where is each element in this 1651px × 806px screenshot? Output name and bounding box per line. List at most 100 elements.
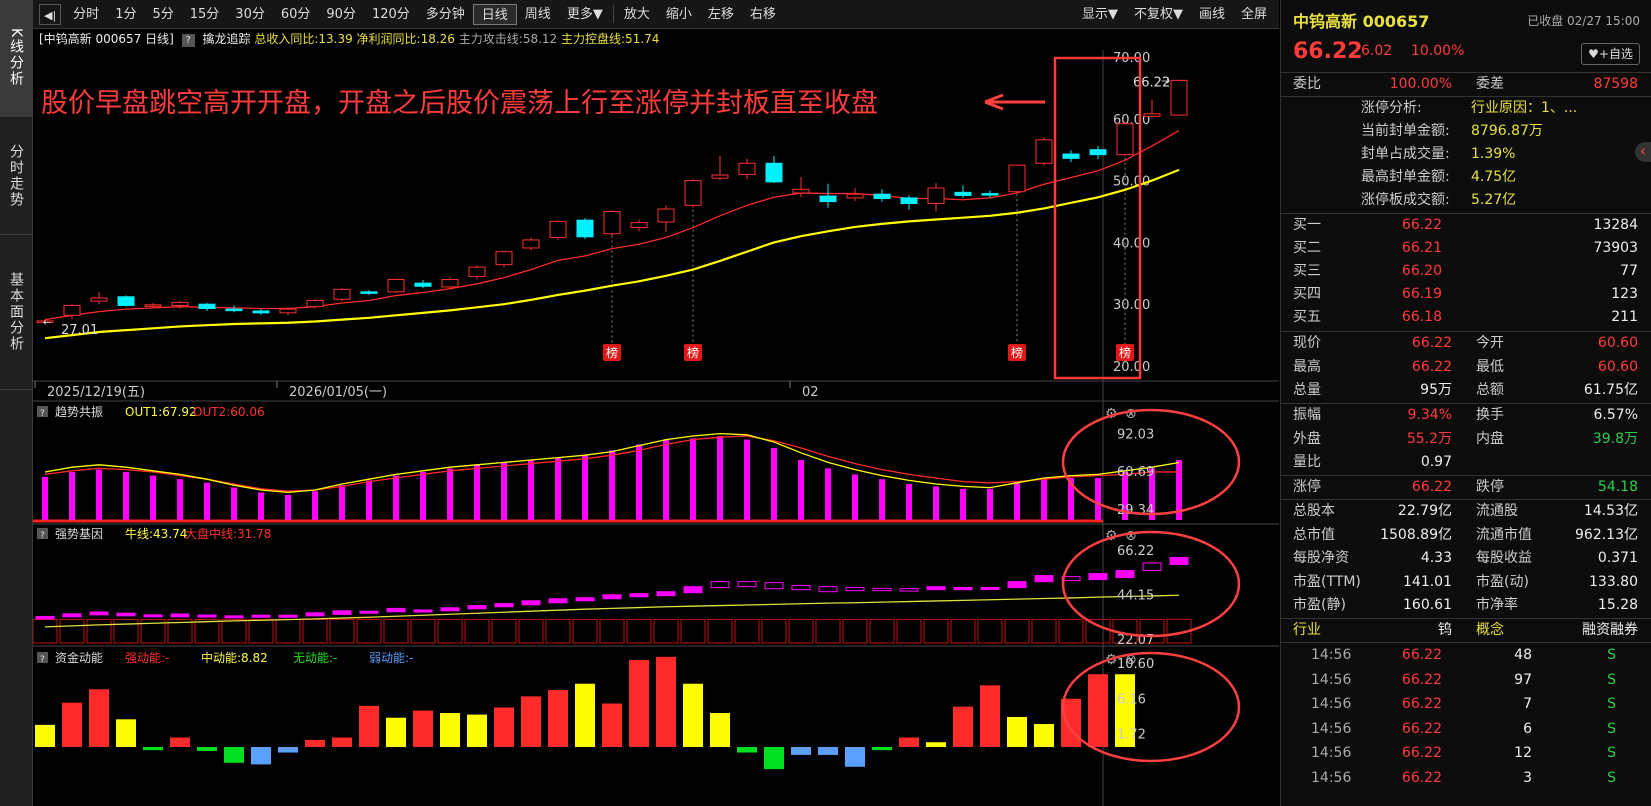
limit-info-value: 1.39% <box>1471 146 1516 162</box>
candle[interactable] <box>954 185 972 198</box>
bang-badge[interactable]: 榜 <box>1008 344 1026 361</box>
stat-value: 9.34% <box>1407 407 1452 423</box>
candle[interactable] <box>900 195 918 210</box>
help-icon[interactable]: ? <box>181 34 195 47</box>
action-button-3[interactable]: 右移 <box>742 4 784 25</box>
candle[interactable] <box>738 158 756 180</box>
help-icon[interactable]: ? <box>40 655 45 665</box>
candle[interactable] <box>657 205 675 232</box>
gene-box <box>170 613 190 618</box>
candle[interactable] <box>414 280 432 289</box>
toolbar-right-button-3[interactable]: 全屏 <box>1233 4 1275 25</box>
period-button-2[interactable]: 5分 <box>144 4 181 25</box>
candle[interactable] <box>1062 150 1080 163</box>
gene-box <box>467 605 487 610</box>
candle[interactable] <box>630 219 648 232</box>
trend-bar <box>285 494 291 520</box>
tab-concept[interactable]: 概念 <box>1476 619 1504 642</box>
toolbar-right-button-1[interactable]: 不复权▼ <box>1126 4 1191 25</box>
candle[interactable] <box>387 278 405 294</box>
period-button-7[interactable]: 120分 <box>364 4 418 25</box>
market-column <box>707 618 733 644</box>
candle[interactable] <box>468 265 486 280</box>
action-button-0[interactable]: 放大 <box>616 4 658 25</box>
candle[interactable] <box>576 218 594 239</box>
help-icon[interactable]: ? <box>40 531 45 541</box>
period-button-9[interactable]: 日线 <box>472 3 517 25</box>
close-icon[interactable]: ⊗ <box>1125 406 1137 422</box>
tab-margin[interactable]: 融资融券 <box>1582 619 1638 642</box>
indicator-name[interactable]: 擒龙追踪 <box>202 32 250 46</box>
toolbar-right-button-2[interactable]: 画线 <box>1191 4 1233 25</box>
candle[interactable] <box>522 237 540 251</box>
candle[interactable] <box>873 189 891 202</box>
tick-price: 66.22 <box>1401 769 1442 786</box>
candle[interactable] <box>306 299 324 309</box>
chart-canvas[interactable]: 70.0060.0050.0040.0030.0020.00榜榜榜榜66.22→… <box>32 50 1279 806</box>
limit-info-value: 4.75亿 <box>1471 169 1517 185</box>
period-button-5[interactable]: 60分 <box>273 4 319 25</box>
period-button-6[interactable]: 90分 <box>318 4 364 25</box>
period-button-11[interactable]: 更多▼ <box>559 4 611 25</box>
side-tab-1[interactable]: 分时走势 <box>0 117 32 235</box>
period-button-8[interactable]: 多分钟 <box>418 4 473 25</box>
candle[interactable] <box>90 291 108 305</box>
quote-row: 量比 0.97 <box>1281 451 1651 474</box>
period-button-3[interactable]: 15分 <box>182 4 228 25</box>
price-change-pct: 10.00% <box>1411 43 1465 59</box>
candle[interactable] <box>1089 145 1107 159</box>
gene-box <box>494 603 514 608</box>
period-button-4[interactable]: 30分 <box>227 4 273 25</box>
fund-bar <box>548 690 568 747</box>
candle[interactable] <box>252 309 270 315</box>
collapse-icon[interactable]: ◀| <box>39 3 62 25</box>
tick-side: S <box>1607 720 1616 737</box>
chart-area[interactable]: 70.00 60.00 50.00 40.00 30.00 20.00 榜榜榜榜 66.22 →… <box>32 50 1279 806</box>
bid-volume: 13284 <box>1593 217 1638 233</box>
candle[interactable] <box>819 183 837 208</box>
side-tab-0[interactable]: K线分析 <box>0 0 32 117</box>
limit-info-value: 5.27亿 <box>1471 192 1517 208</box>
candle[interactable] <box>846 188 864 201</box>
fund-bar <box>818 747 838 755</box>
toolbar-right-button-0[interactable]: 显示▼ <box>1074 4 1126 25</box>
market-column <box>923 618 949 644</box>
bid-label: 买二 <box>1293 240 1321 256</box>
candle[interactable] <box>495 251 513 268</box>
close-icon[interactable]: ⊗ <box>1125 528 1137 544</box>
revenue-yoy: 总收入同比:13.39 <box>254 32 353 46</box>
side-tab-2[interactable]: 基本面分析 <box>0 235 32 390</box>
candle[interactable] <box>927 183 945 212</box>
candle[interactable] <box>360 289 378 295</box>
candle[interactable] <box>603 210 621 236</box>
candle[interactable] <box>1170 79 1188 116</box>
quote-panel: 中钨高新 000657 已收盘 02/27 15:00 66.22 6.02 10.00… <box>1280 0 1651 806</box>
help-icon[interactable]: ? <box>40 409 45 419</box>
candle[interactable] <box>225 305 243 313</box>
candle[interactable] <box>1035 137 1053 166</box>
candle[interactable] <box>1116 121 1134 156</box>
tab-industry[interactable]: 行业 <box>1293 619 1321 642</box>
candle[interactable] <box>198 302 216 311</box>
candle[interactable] <box>1143 99 1161 118</box>
period-button-1[interactable]: 1分 <box>107 4 144 25</box>
bang-badge[interactable]: 榜 <box>603 344 621 361</box>
period-button-10[interactable]: 周线 <box>517 4 559 25</box>
add-watchlist-button[interactable]: ♥+自选 <box>1581 43 1640 65</box>
collapse-panel-icon[interactable]: ‹ <box>1635 142 1651 162</box>
stat-label: 今开 <box>1476 335 1504 351</box>
candle[interactable] <box>549 220 567 240</box>
candle[interactable] <box>684 178 702 208</box>
bang-badge[interactable]: 榜 <box>684 344 702 361</box>
tick-time: 14:56 <box>1311 720 1352 737</box>
candle[interactable] <box>1008 164 1026 193</box>
candle[interactable] <box>765 155 783 184</box>
bang-badge[interactable]: 榜 <box>1116 344 1134 361</box>
period-button-0[interactable]: 分时 <box>65 4 107 25</box>
limit-info-label: 涨停分析: <box>1361 100 1422 116</box>
action-button-2[interactable]: 左移 <box>700 4 742 25</box>
action-button-1[interactable]: 缩小 <box>658 4 700 25</box>
candle[interactable] <box>711 155 729 180</box>
candle[interactable] <box>333 288 351 302</box>
candle[interactable] <box>117 295 135 307</box>
